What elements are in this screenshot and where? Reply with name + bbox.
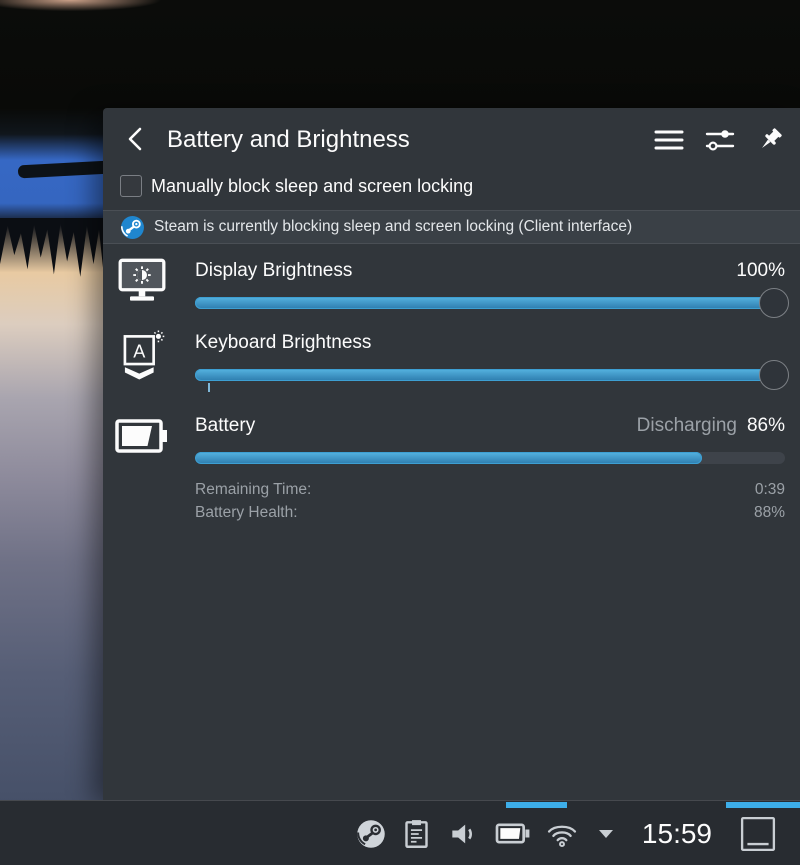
inhibition-notice: Steam is currently blocking sleep and sc… xyxy=(103,210,800,244)
pin-button[interactable] xyxy=(756,126,784,154)
show-desktop-icon xyxy=(740,816,776,852)
steam-tray-icon xyxy=(356,819,386,849)
manually-block-checkbox-row[interactable]: Manually block sleep and screen locking xyxy=(120,172,473,200)
svg-text:A: A xyxy=(133,342,146,362)
battery-label: Battery xyxy=(195,415,255,437)
sliders-icon xyxy=(704,127,736,153)
battery-status: Discharging 86% xyxy=(637,415,785,437)
battery-health-value: 88% xyxy=(754,504,785,522)
chevron-down-icon xyxy=(597,828,615,840)
system-tray: 15:59 xyxy=(348,802,800,865)
tray-network-button[interactable] xyxy=(538,820,586,848)
keyboard-brightness-slider-fill xyxy=(195,369,785,381)
battery-icon xyxy=(115,417,169,455)
manually-block-checkbox-label: Manually block sleep and screen locking xyxy=(151,176,473,197)
steam-icon xyxy=(120,215,145,240)
wallpaper-tree-reflection xyxy=(0,218,110,282)
display-brightness-slider-fill xyxy=(195,297,785,309)
wifi-icon xyxy=(546,820,578,848)
keyboard-brightness-icon: A xyxy=(121,330,165,380)
keyboard-brightness-label: Keyboard Brightness xyxy=(195,332,371,354)
monitor-brightness-icon xyxy=(118,258,166,303)
hamburger-icon xyxy=(654,128,684,152)
pushpin-icon xyxy=(756,126,784,154)
tray-volume-button[interactable] xyxy=(440,820,488,848)
tray-steam-button[interactable] xyxy=(348,819,394,849)
configure-button[interactable] xyxy=(704,127,736,153)
remaining-time-value: 0:39 xyxy=(755,481,785,499)
battery-detail-row: Battery Health: 88% xyxy=(195,504,785,522)
display-brightness-slider[interactable] xyxy=(195,297,785,309)
chevron-left-icon xyxy=(123,126,149,152)
tray-expand-button[interactable] xyxy=(586,828,626,840)
keyboard-brightness-slider-handle[interactable] xyxy=(759,360,789,390)
keyboard-brightness-tick xyxy=(208,383,210,392)
display-brightness-slider-handle[interactable] xyxy=(759,288,789,318)
clock[interactable]: 15:59 xyxy=(626,802,732,865)
battery-status-text: Discharging xyxy=(637,415,737,436)
wallpaper-log-shape xyxy=(18,161,111,179)
inhibition-notice-text: Steam is currently blocking sleep and sc… xyxy=(154,218,632,236)
show-desktop-button[interactable] xyxy=(732,816,784,852)
header-actions xyxy=(654,126,784,154)
battery-progress-fill xyxy=(195,452,702,464)
display-brightness-value: 100% xyxy=(736,260,785,282)
battery-tray-icon xyxy=(495,821,531,846)
battery-progress-bar xyxy=(195,452,785,464)
page-title: Battery and Brightness xyxy=(167,124,410,156)
taskbar: 15:59 xyxy=(0,800,800,865)
clipboard-icon xyxy=(403,819,430,849)
manually-block-checkbox[interactable] xyxy=(120,175,142,197)
tray-battery-button[interactable] xyxy=(488,821,538,846)
battery-percent: 86% xyxy=(747,415,785,436)
back-button[interactable] xyxy=(123,126,149,152)
overflow-menu-button[interactable] xyxy=(654,128,684,152)
battery-brightness-popup: Battery and Brightness xyxy=(103,108,800,800)
keyboard-brightness-slider[interactable] xyxy=(195,369,785,381)
battery-detail-row: Remaining Time: 0:39 xyxy=(195,481,785,499)
battery-health-label: Battery Health: xyxy=(195,504,298,522)
remaining-time-label: Remaining Time: xyxy=(195,481,311,499)
tray-clipboard-button[interactable] xyxy=(394,819,440,849)
display-brightness-label: Display Brightness xyxy=(195,260,352,282)
speaker-icon xyxy=(449,820,479,848)
